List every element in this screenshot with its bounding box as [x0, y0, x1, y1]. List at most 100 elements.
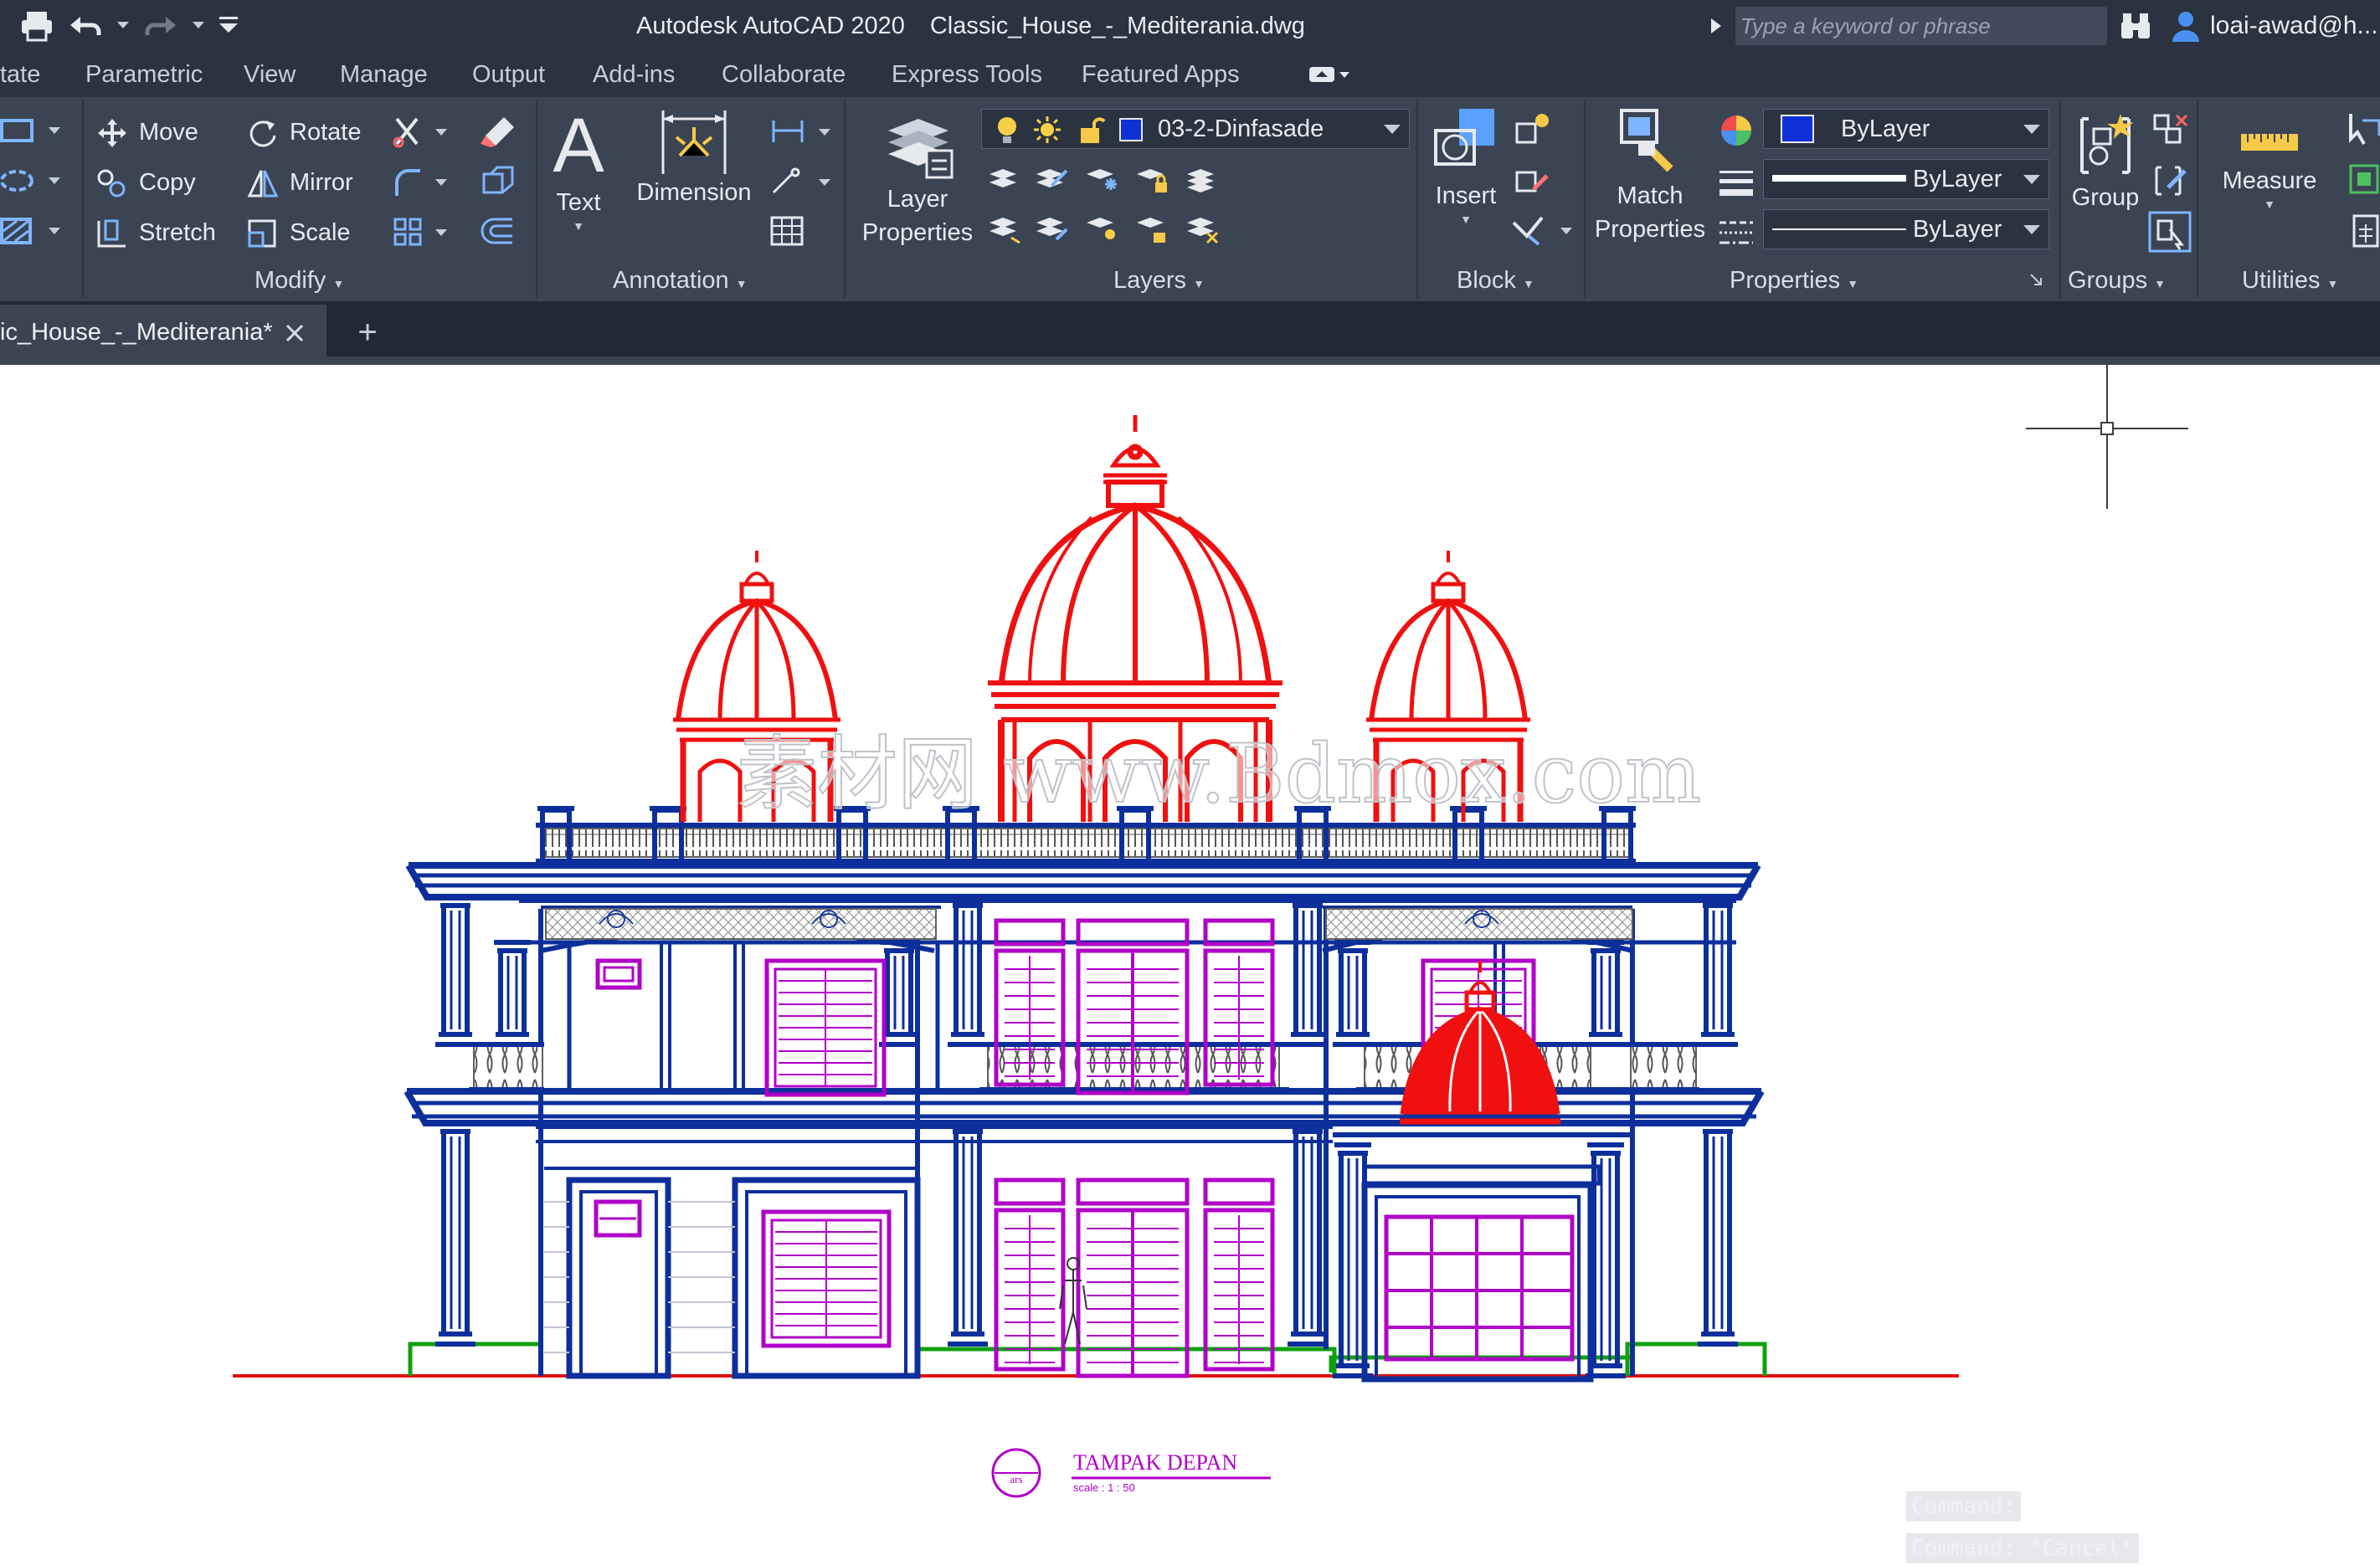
layer-dropdown[interactable]: 03-2-Dinfasade	[981, 109, 1410, 149]
stretch-button[interactable]: Stretch	[95, 214, 216, 251]
group-selection-icon[interactable]	[2148, 211, 2192, 253]
select-all-icon[interactable]	[2347, 161, 2380, 198]
layer-thaw-all-icon[interactable]	[1083, 209, 1120, 246]
stretch-icon	[97, 219, 126, 248]
tab-express-tools[interactable]: Express Tools	[892, 52, 1042, 97]
tab-featured-apps[interactable]: Featured Apps	[1082, 52, 1240, 97]
properties-launcher-icon[interactable]	[2029, 273, 2044, 288]
customize-toolbar-icon[interactable]	[219, 17, 238, 33]
layers-panel-title[interactable]: Layers ▼	[1113, 263, 1205, 298]
properties-panel-title[interactable]: Properties ▼	[1730, 263, 1858, 298]
tab-add-ins[interactable]: Add-ins	[593, 52, 675, 97]
copy-button[interactable]: Copy	[95, 164, 196, 201]
drawing-canvas[interactable]: ars TAMPAK DEPAN scale : 1 : 50 素材网 www.…	[0, 365, 2380, 1565]
stretch-label: Stretch	[139, 219, 216, 246]
user-account[interactable]: loai-awad@h...	[2210, 0, 2378, 52]
layer-merge-icon[interactable]	[1184, 161, 1221, 198]
draw-panel-partial	[0, 97, 80, 301]
redo-icon[interactable]	[144, 13, 177, 38]
modify-title-label: Modify	[254, 267, 326, 294]
modify-panel-title[interactable]: Modify ▼	[254, 263, 344, 298]
ruler-icon	[2241, 134, 2298, 151]
insert-button[interactable]: Insert ▼	[1421, 105, 1510, 256]
layer-properties-icon	[888, 119, 954, 179]
quick-select-icon[interactable]	[2347, 110, 2380, 147]
tab-collaborate[interactable]: Collaborate	[722, 52, 846, 97]
rectangle-icon[interactable]	[0, 115, 67, 146]
tab-view[interactable]: View	[244, 52, 296, 97]
layer-isolate-icon[interactable]	[1033, 161, 1070, 198]
dimension-button[interactable]: Dimension	[631, 107, 757, 258]
group-label: Group	[2071, 184, 2140, 211]
match-properties-button[interactable]: Match Properties	[1587, 105, 1713, 264]
column	[492, 940, 532, 1047]
trim-icon[interactable]	[392, 115, 450, 149]
offset-icon[interactable]	[479, 214, 517, 249]
group-edit-icon[interactable]	[2151, 162, 2190, 199]
text-icon: A	[553, 103, 604, 188]
block-panel-title[interactable]: Block ▼	[1457, 263, 1534, 298]
explode-icon[interactable]	[479, 164, 517, 199]
move-button[interactable]: Move	[95, 114, 198, 151]
undo-icon[interactable]	[69, 13, 102, 38]
binoculars-icon[interactable]	[2120, 12, 2151, 40]
redo-dropdown-icon[interactable]	[193, 22, 204, 30]
ribbon-display-icon[interactable]	[1308, 65, 1351, 85]
utilities-panel-title[interactable]: Utilities ▼	[2242, 263, 2338, 298]
section-bubble-label: ars	[1010, 1473, 1022, 1485]
table-icon[interactable]	[768, 214, 807, 248]
new-tab-button[interactable]: +	[338, 305, 397, 360]
annotation-title-label: Annotation	[613, 267, 729, 294]
scale-button[interactable]: Scale	[246, 214, 351, 251]
lineweight-dropdown[interactable]: ByLayer	[1763, 159, 2049, 199]
layer-unlock-all-icon[interactable]	[1133, 209, 1170, 246]
layer-lock-icon[interactable]	[1133, 161, 1170, 198]
drawing-scale: scale : 1 : 50	[1073, 1481, 1135, 1494]
tab-output[interactable]: Output	[472, 52, 545, 97]
color-wheel-icon[interactable]	[1718, 112, 1755, 149]
move-icon	[98, 119, 126, 148]
ellipse-icon[interactable]	[0, 166, 67, 196]
layer-off-icon[interactable]	[986, 161, 1023, 198]
user-icon[interactable]	[2172, 10, 2200, 42]
group-button[interactable]: Group	[2061, 110, 2150, 261]
layer-match-icon[interactable]	[986, 209, 1023, 246]
print-icon[interactable]	[20, 10, 54, 42]
ungroup-icon[interactable]	[2151, 112, 2190, 149]
text-button[interactable]: A Text ▼	[549, 105, 608, 256]
linetype-dropdown[interactable]: ByLayer	[1763, 209, 2049, 249]
create-block-icon[interactable]	[1514, 110, 1554, 147]
groups-panel-title[interactable]: Groups ▼	[2068, 263, 2166, 298]
chevron-down-icon	[2023, 225, 2040, 234]
layer-delete-icon[interactable]	[1184, 209, 1221, 246]
undo-dropdown-icon[interactable]	[117, 22, 129, 30]
fillet-icon[interactable]	[392, 166, 450, 199]
measure-button[interactable]: Measure ▼	[2207, 122, 2332, 256]
tab-parametric[interactable]: Parametric	[85, 52, 203, 97]
annotation-panel: A Text ▼ Dimension Annotation ▼	[537, 97, 842, 301]
search-input[interactable]: Type a keyword or phrase	[1735, 7, 2107, 45]
layer-freeze-icon[interactable]	[1083, 161, 1120, 198]
tab-annotate[interactable]: tate	[0, 52, 40, 97]
layers-title-label: Layers	[1113, 267, 1187, 294]
edit-block-icon[interactable]	[1514, 161, 1554, 198]
array-icon[interactable]	[392, 216, 450, 249]
layer-properties-button[interactable]: Layer Properties	[851, 105, 984, 264]
mirror-button[interactable]: Mirror	[246, 164, 353, 201]
expand-search-icon[interactable]	[1711, 18, 1721, 33]
linear-dimension-icon[interactable]	[768, 117, 835, 146]
calculator-icon[interactable]	[2351, 213, 2380, 249]
hatch-icon[interactable]	[0, 216, 67, 246]
layer-previous-icon[interactable]	[1033, 209, 1070, 246]
linetype-icon[interactable]	[1718, 214, 1755, 251]
annotation-panel-title[interactable]: Annotation ▼	[613, 263, 748, 298]
color-dropdown[interactable]: ByLayer	[1763, 109, 2049, 149]
lineweight-icon[interactable]	[1718, 164, 1755, 201]
leader-icon[interactable]	[768, 167, 835, 196]
rotate-button[interactable]: Rotate	[246, 114, 361, 151]
file-tab-active[interactable]: ic_House_-_Mediterania*	[0, 305, 326, 360]
tab-manage[interactable]: Manage	[340, 52, 428, 97]
block-attributes-icon[interactable]	[1510, 211, 1577, 248]
close-icon[interactable]	[285, 323, 305, 343]
erase-icon[interactable]	[479, 114, 517, 149]
